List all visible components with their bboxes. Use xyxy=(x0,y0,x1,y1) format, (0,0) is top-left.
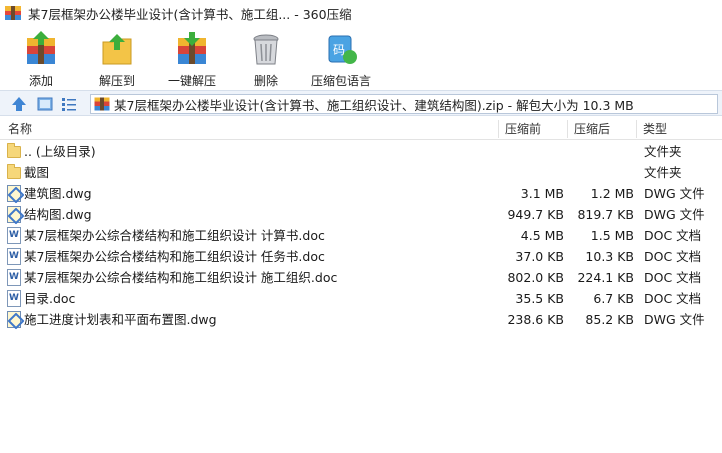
one-click-extract-icon xyxy=(172,30,212,68)
list-view-button[interactable] xyxy=(60,95,78,113)
file-name: 某7层框架办公综合楼结构和施工组织设计 计算书.doc xyxy=(24,228,325,243)
thumbnail-view-button[interactable] xyxy=(36,95,54,113)
file-type: DWG 文件 xyxy=(644,312,705,327)
one-click-extract-label: 一键解压 xyxy=(167,74,216,88)
extract-to-button[interactable]: 解压到 xyxy=(92,26,142,88)
window-title: 某7层框架办公楼毕业设计(含计算书、施工组... - 360压缩 xyxy=(28,6,352,22)
doc-file-icon xyxy=(6,269,22,286)
list-item[interactable]: 建筑图.dwg 3.1 MB 1.2 MB DWG 文件 xyxy=(0,183,722,204)
file-compressed-size: 1.5 MB xyxy=(590,228,634,243)
column-header-name[interactable]: 名称 xyxy=(2,118,498,140)
list-item[interactable]: .. (上级目录) 文件夹 xyxy=(0,141,722,162)
list-item[interactable]: 结构图.dwg 949.7 KB 819.7 KB DWG 文件 xyxy=(0,204,722,225)
file-list: 名称 压缩前 压缩后 类型 .. (上级目录) 文件夹 截图 文件夹 建筑图.d… xyxy=(0,118,722,453)
file-name: 某7层框架办公综合楼结构和施工组织设计 施工组织.doc xyxy=(24,270,338,285)
file-type: 文件夹 xyxy=(644,144,682,159)
up-level-button[interactable] xyxy=(10,95,28,113)
file-size: 802.0 KB xyxy=(507,270,564,285)
doc-file-icon xyxy=(6,248,22,265)
list-item[interactable]: 目录.doc 35.5 KB 6.7 KB DOC 文档 xyxy=(0,288,722,309)
list-item[interactable]: 某7层框架办公综合楼结构和施工组织设计 计算书.doc 4.5 MB 1.5 M… xyxy=(0,225,722,246)
file-compressed-size: 6.7 KB xyxy=(593,291,634,306)
file-type: DWG 文件 xyxy=(644,207,705,222)
doc-file-icon xyxy=(6,227,22,244)
add-button[interactable]: 添加 xyxy=(18,26,64,88)
file-compressed-size xyxy=(570,141,634,162)
column-header-original-size[interactable]: 压缩前 xyxy=(499,118,567,140)
file-name: 施工进度计划表和平面布置图.dwg xyxy=(24,312,217,327)
file-size: 3.1 MB xyxy=(520,186,564,201)
file-type: DOC 文档 xyxy=(644,291,702,306)
title-bar: 某7层框架办公楼毕业设计(含计算书、施工组... - 360压缩 xyxy=(0,0,722,26)
file-compressed-size: 1.2 MB xyxy=(590,186,634,201)
path-field[interactable]: 某7层框架办公楼毕业设计(含计算书、施工组织设计、建筑结构图).zip - 解包… xyxy=(90,94,718,114)
file-size: 35.5 KB xyxy=(515,291,564,306)
address-bar: 某7层框架办公楼毕业设计(含计算书、施工组织设计、建筑结构图).zip - 解包… xyxy=(0,90,722,116)
file-type: 文件夹 xyxy=(644,165,682,180)
file-name: .. (上级目录) xyxy=(24,144,96,159)
encoding-icon: 码 xyxy=(321,30,361,68)
list-item[interactable]: 施工进度计划表和平面布置图.dwg 238.6 KB 85.2 KB DWG 文… xyxy=(0,309,722,330)
file-name: 建筑图.dwg xyxy=(24,186,92,201)
svg-text:码: 码 xyxy=(333,43,345,57)
encoding-label: 压缩包语言 xyxy=(310,74,371,88)
arrow-up-icon xyxy=(12,97,26,111)
file-size xyxy=(500,162,564,183)
file-compressed-size: 10.3 KB xyxy=(585,249,634,264)
add-archive-icon xyxy=(21,30,61,68)
column-header-compressed-size[interactable]: 压缩后 xyxy=(568,118,636,140)
file-compressed-size: 224.1 KB xyxy=(577,270,634,285)
add-label: 添加 xyxy=(28,74,53,88)
file-compressed-size xyxy=(570,162,634,183)
folder-up-icon xyxy=(6,143,22,160)
delete-button[interactable]: 删除 xyxy=(244,26,288,88)
delete-label: 删除 xyxy=(253,74,278,88)
zip-archive-icon xyxy=(94,97,110,111)
app-logo-icon xyxy=(4,5,22,21)
dwg-file-icon xyxy=(6,206,22,223)
list-item[interactable]: 某7层框架办公综合楼结构和施工组织设计 任务书.doc 37.0 KB 10.3… xyxy=(0,246,722,267)
file-type: DOC 文档 xyxy=(644,228,702,243)
trash-icon xyxy=(246,30,286,68)
file-size xyxy=(500,141,564,162)
file-name: 结构图.dwg xyxy=(24,207,92,222)
file-type: DOC 文档 xyxy=(644,270,702,285)
dwg-file-icon xyxy=(6,185,22,202)
one-click-extract-button[interactable]: 一键解压 xyxy=(164,26,220,88)
file-compressed-size: 85.2 KB xyxy=(585,312,634,327)
file-compressed-size: 819.7 KB xyxy=(577,207,634,222)
column-header-type[interactable]: 类型 xyxy=(637,118,717,140)
dwg-file-icon xyxy=(6,311,22,328)
archive-encoding-button[interactable]: 码 压缩包语言 xyxy=(308,26,374,88)
archive-path: 某7层框架办公楼毕业设计(含计算书、施工组织设计、建筑结构图).zip - 解包… xyxy=(114,97,634,113)
file-size: 4.5 MB xyxy=(520,228,564,243)
list-item[interactable]: 截图 文件夹 xyxy=(0,162,722,183)
toolbar: 添加 解压到 一键解压 删除 码 压缩包语言 xyxy=(0,26,722,88)
folder-icon xyxy=(6,164,22,181)
doc-file-icon xyxy=(6,290,22,307)
file-size: 238.6 KB xyxy=(507,312,564,327)
thumbnail-view-icon xyxy=(37,97,53,111)
extract-to-label: 解压到 xyxy=(98,74,135,88)
file-name: 目录.doc xyxy=(24,291,76,306)
file-size: 37.0 KB xyxy=(515,249,564,264)
list-header: 名称 压缩前 压缩后 类型 xyxy=(0,118,722,140)
list-view-icon xyxy=(62,98,76,111)
file-type: DWG 文件 xyxy=(644,186,705,201)
file-type: DOC 文档 xyxy=(644,249,702,264)
file-size: 949.7 KB xyxy=(507,207,564,222)
list-item[interactable]: 某7层框架办公综合楼结构和施工组织设计 施工组织.doc 802.0 KB 22… xyxy=(0,267,722,288)
extract-to-icon xyxy=(97,30,137,68)
file-name: 截图 xyxy=(24,165,50,180)
file-name: 某7层框架办公综合楼结构和施工组织设计 任务书.doc xyxy=(24,249,325,264)
